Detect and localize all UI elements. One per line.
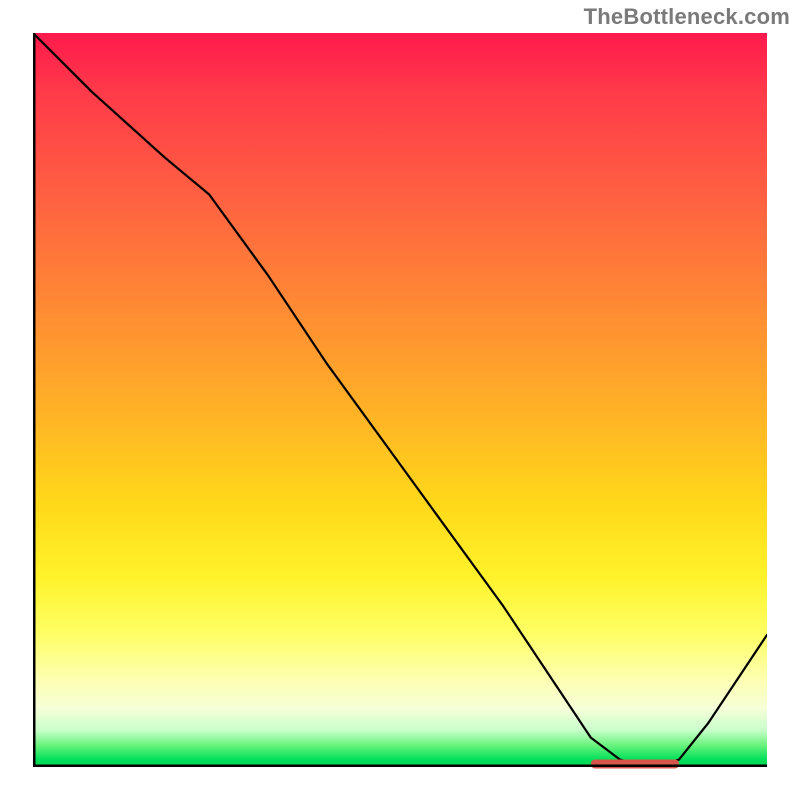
chart-plot-area [33,33,767,767]
chart-highlight-marker [591,760,679,769]
watermark-text: TheBottleneck.com [584,4,790,30]
chart-background-gradient [33,33,767,767]
